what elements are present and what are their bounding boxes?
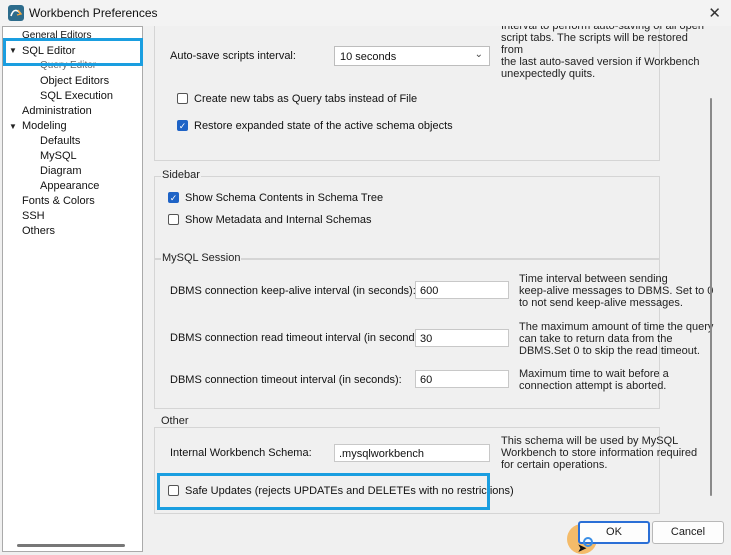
other-group-title: Other (161, 415, 189, 427)
cancel-button[interactable]: Cancel (652, 521, 724, 544)
tree-item-appearance[interactable]: Appearance (40, 180, 99, 192)
preferences-tree[interactable]: General Editors ▼ SQL Editor Query Edito… (2, 26, 143, 552)
new-tabs-checkbox[interactable] (177, 93, 188, 104)
content-vertical-scrollbar[interactable] (705, 26, 717, 514)
read-timeout-help: The maximum amount of time the query can… (519, 321, 714, 357)
tree-item-ssh[interactable]: SSH (22, 210, 45, 222)
mouse-pointer-icon: ➤ (577, 541, 588, 555)
autosave-help: Interval to perform auto-saving of all o… (501, 26, 705, 80)
conn-timeout-input[interactable]: 60 (415, 370, 509, 388)
schema-label: Internal Workbench Schema: (170, 447, 312, 459)
show-metadata-label: Show Metadata and Internal Schemas (185, 214, 372, 226)
scrollbar-thumb[interactable] (710, 98, 712, 496)
schema-help: This schema will be used by MySQL Workbe… (501, 435, 698, 471)
autosave-label: Auto-save scripts interval: (170, 50, 296, 62)
keepalive-label: DBMS connection keep-alive interval (in … (170, 285, 416, 297)
show-metadata-checkbox[interactable] (168, 214, 179, 225)
chevron-down-icon: ⌄ (474, 49, 483, 60)
conn-timeout-label: DBMS connection timeout interval (in sec… (170, 374, 402, 386)
autosave-value: 10 seconds (340, 51, 397, 63)
keepalive-help: Time interval between sending keep-alive… (519, 273, 713, 309)
restore-schema-label: Restore expanded state of the active sch… (194, 120, 453, 132)
autosave-interval-select[interactable]: 10 seconds ⌄ (334, 46, 490, 66)
schema-input[interactable]: .mysqlworkbench (334, 444, 490, 462)
read-timeout-label: DBMS connection read timeout interval (i… (170, 332, 427, 344)
title-bar: Workbench Preferences ✕ (0, 0, 731, 26)
read-timeout-input[interactable]: 30 (415, 329, 509, 347)
tree-item-diagram[interactable]: Diagram (40, 165, 82, 177)
window-title: Workbench Preferences (29, 6, 158, 20)
tree-item-fonts-colors[interactable]: Fonts & Colors (22, 195, 95, 207)
sql-editor-highlight (3, 38, 143, 66)
sidebar-group-title: Sidebar (161, 169, 201, 181)
keepalive-input[interactable]: 600 (415, 281, 509, 299)
collapse-arrow-icon[interactable]: ▼ (9, 122, 17, 131)
tree-item-defaults[interactable]: Defaults (40, 135, 80, 147)
show-schema-label: Show Schema Contents in Schema Tree (185, 192, 384, 204)
workbench-logo-icon (8, 5, 24, 21)
show-schema-checkbox[interactable]: ✓ (168, 192, 179, 203)
new-tabs-label: Create new tabs as Query tabs instead of… (194, 93, 418, 105)
safe-updates-highlight (157, 473, 490, 510)
tree-item-mysql[interactable]: MySQL (40, 150, 77, 162)
tree-item-object-editors[interactable]: Object Editors (40, 75, 109, 87)
tree-horizontal-scrollbar[interactable] (17, 544, 125, 547)
settings-panel: Interval to perform auto-saving of all o… (142, 26, 731, 518)
close-icon[interactable]: ✕ (708, 4, 721, 22)
conn-timeout-help: Maximum time to wait before a connection… (519, 368, 669, 392)
mysql-session-group-title: MySQL Session (161, 252, 242, 264)
tree-item-others[interactable]: Others (22, 225, 55, 237)
tree-item-administration[interactable]: Administration (22, 105, 92, 117)
restore-schema-checkbox[interactable]: ✓ (177, 120, 188, 131)
tree-item-sql-execution[interactable]: SQL Execution (40, 90, 113, 102)
tree-item-modeling[interactable]: Modeling (22, 120, 67, 132)
